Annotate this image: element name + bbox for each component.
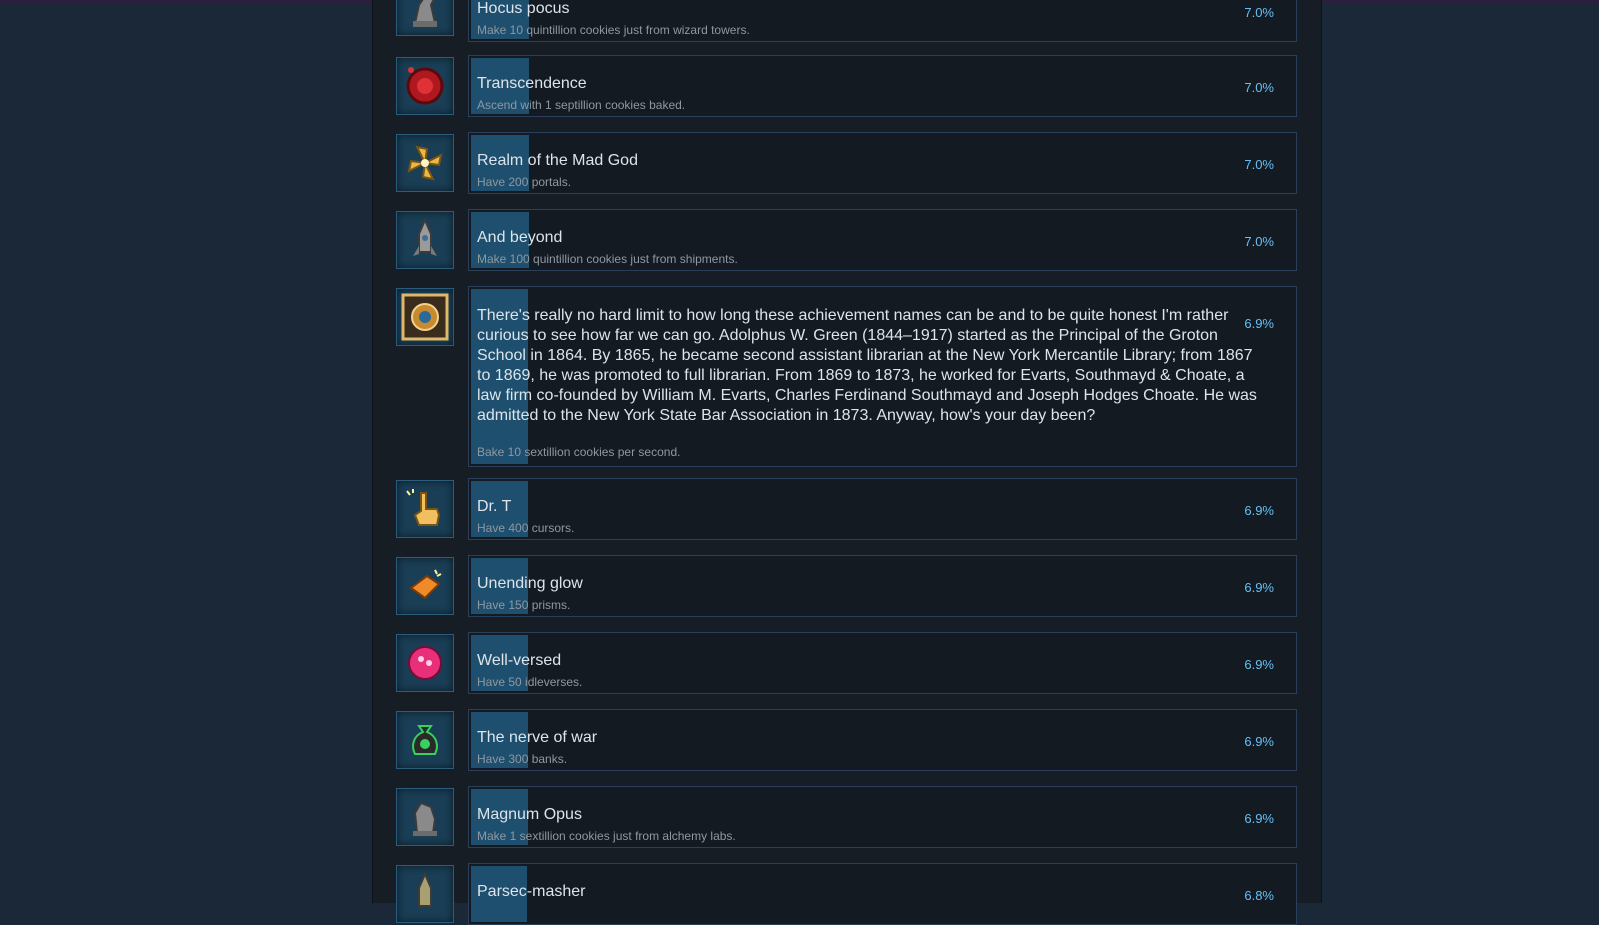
unlock-percent: 6.9% <box>1244 580 1274 595</box>
unlock-percent: 7.0% <box>1244 234 1274 249</box>
achievement-row: Well-versed Have 50 idleverses. 6.9% <box>396 632 1297 694</box>
achievement-name: The nerve of war <box>477 729 598 746</box>
achievement-row: Realm of the Mad God Have 200 portals. 7… <box>396 132 1297 194</box>
portal-swirl-icon <box>396 134 454 192</box>
unlock-percent: 6.9% <box>1244 657 1274 672</box>
wizard-tower-icon <box>396 0 454 36</box>
achievement-name: Dr. T <box>477 498 512 515</box>
achievement-card[interactable]: Parsec-masher 6.8% <box>468 863 1297 925</box>
achievement-card[interactable]: Magnum Opus Make 1 sextillion cookies ju… <box>468 786 1297 848</box>
achievement-name: And beyond <box>477 229 563 246</box>
pointing-hand-icon <box>396 480 454 538</box>
achievement-card[interactable]: Dr. T Have 400 cursors. 6.9% <box>468 478 1297 540</box>
achievement-row: Dr. T Have 400 cursors. 6.9% <box>396 478 1297 540</box>
achievement-row: Parsec-masher 6.8% <box>396 863 1297 925</box>
achievement-description: Make 100 quintillion cookies just from s… <box>477 252 738 266</box>
achievement-description: Have 200 portals. <box>477 175 572 189</box>
achievement-card[interactable]: Realm of the Mad God Have 200 portals. 7… <box>468 132 1297 194</box>
achievement-name: Well-versed <box>477 652 562 669</box>
achievement-row: Transcendence Ascend with 1 septillion c… <box>396 55 1297 117</box>
achievement-description: Make 1 sextillion cookies just from alch… <box>477 829 736 843</box>
achievement-name: There's really no hard limit to how long… <box>477 307 1257 424</box>
achievement-description: Have 300 banks. <box>477 752 568 766</box>
achievement-name: Transcendence <box>477 75 587 92</box>
achievement-description: Have 400 cursors. <box>477 521 575 535</box>
achievement-card[interactable]: And beyond Make 100 quintillion cookies … <box>468 209 1297 271</box>
golden-eye-frame-icon <box>396 288 454 346</box>
unlock-percent: 6.9% <box>1244 811 1274 826</box>
pink-orb-icon <box>396 634 454 692</box>
unlock-percent: 6.9% <box>1244 316 1274 331</box>
achievement-description: Have 50 idleverses. <box>477 675 583 689</box>
achievement-description: Ascend with 1 septillion cookies baked. <box>477 98 686 112</box>
prism-icon <box>396 557 454 615</box>
achievement-name: Unending glow <box>477 575 583 592</box>
unlock-percent: 7.0% <box>1244 157 1274 172</box>
achievement-name: Hocus pocus <box>477 0 570 17</box>
achievement-description: Have 150 prisms. <box>477 598 571 612</box>
achievement-card[interactable]: There's really no hard limit to how long… <box>468 286 1297 467</box>
unlock-percent: 7.0% <box>1244 5 1274 20</box>
unlock-percent: 6.9% <box>1244 734 1274 749</box>
unlock-percent: 6.9% <box>1244 503 1274 518</box>
achievement-row: Magnum Opus Make 1 sextillion cookies ju… <box>396 786 1297 848</box>
achievement-description: Bake 10 sextillion cookies per second. <box>477 445 681 459</box>
achievement-name: Realm of the Mad God <box>477 152 638 169</box>
achievement-card[interactable]: Well-versed Have 50 idleverses. 6.9% <box>468 632 1297 694</box>
achievement-card[interactable]: Unending glow Have 150 prisms. 6.9% <box>468 555 1297 617</box>
alchemy-flask-icon <box>396 788 454 846</box>
achievement-card[interactable]: Transcendence Ascend with 1 septillion c… <box>468 55 1297 117</box>
achievement-card[interactable]: The nerve of war Have 300 banks. 6.9% <box>468 709 1297 771</box>
rocket-icon <box>396 865 454 923</box>
achievement-row: There's really no hard limit to how long… <box>396 286 1297 467</box>
unlock-percent: 6.8% <box>1244 888 1274 903</box>
achievement-name: Magnum Opus <box>477 806 582 823</box>
unlock-percent: 7.0% <box>1244 80 1274 95</box>
money-bag-icon <box>396 711 454 769</box>
achievement-row: And beyond Make 100 quintillion cookies … <box>396 209 1297 271</box>
achievement-row: The nerve of war Have 300 banks. 6.9% <box>396 709 1297 771</box>
red-sigil-icon <box>396 57 454 115</box>
rocket-icon <box>396 211 454 269</box>
achievement-row: Unending glow Have 150 prisms. 6.9% <box>396 555 1297 617</box>
achievement-name: Parsec-masher <box>477 883 586 900</box>
achievement-card[interactable]: Hocus pocus Make 10 quintillion cookies … <box>468 0 1297 42</box>
achievement-row: Hocus pocus Make 10 quintillion cookies … <box>396 0 1297 42</box>
achievement-description: Make 10 quintillion cookies just from wi… <box>477 23 750 37</box>
